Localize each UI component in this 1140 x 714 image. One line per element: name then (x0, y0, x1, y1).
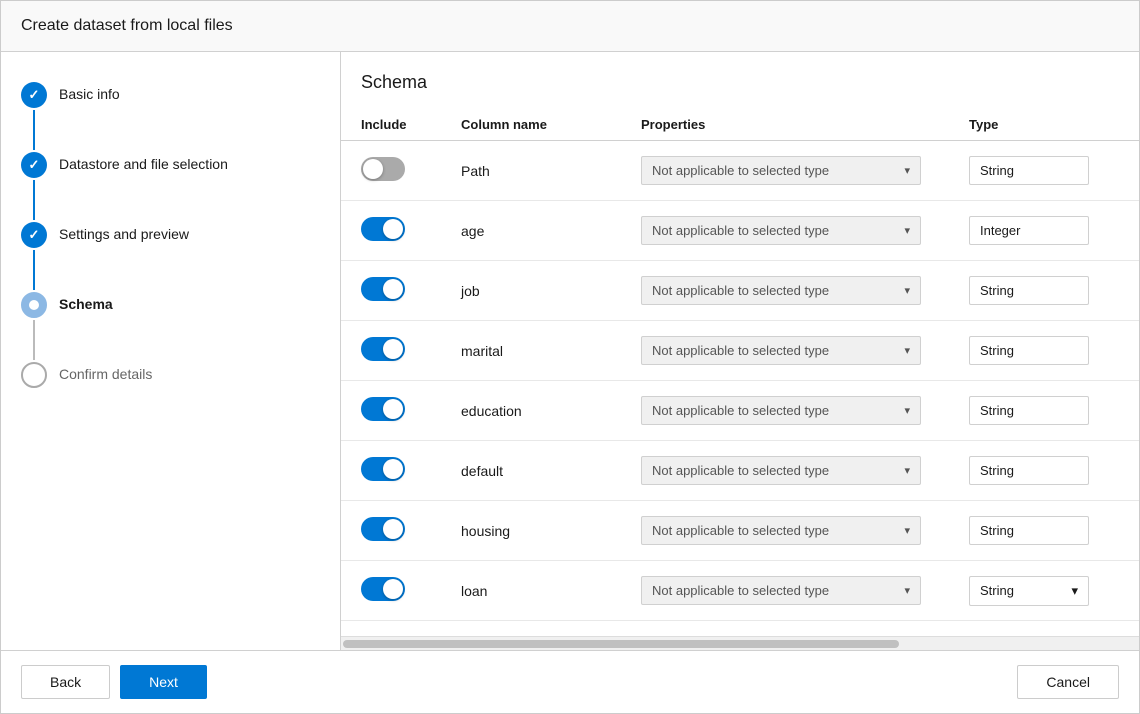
chevron-down-icon: ▾ (904, 344, 910, 357)
col-header-include: Include (361, 117, 461, 132)
step-connector-4 (33, 320, 35, 360)
checkmark-icon: ✓ (29, 87, 40, 103)
next-button[interactable]: Next (120, 665, 207, 699)
type-age: Integer (969, 216, 1089, 245)
col-name-loan: loan (461, 583, 641, 599)
toggle-loan[interactable] (361, 577, 461, 604)
properties-education[interactable]: Not applicable to selected type ▾ (641, 396, 969, 425)
dialog: Create dataset from local files ✓ Basic … (0, 0, 1140, 714)
dialog-body: ✓ Basic info ✓ Datastore and file select… (1, 52, 1139, 650)
step-label-datastore: Datastore and file selection (59, 152, 228, 172)
step-circle-schema (21, 292, 47, 318)
step-item-basic-info: ✓ Basic info (21, 82, 320, 152)
main-content: Schema Include Column name Properties Ty… (341, 52, 1139, 650)
sidebar: ✓ Basic info ✓ Datastore and file select… (1, 52, 341, 650)
chevron-down-icon: ▾ (904, 404, 910, 417)
table-row: default Not applicable to selected type … (341, 441, 1139, 501)
type-education: String (969, 396, 1089, 425)
table-row: housing Not applicable to selected type … (341, 501, 1139, 561)
step-label-schema: Schema (59, 292, 113, 312)
table-header: Include Column name Properties Type (341, 109, 1139, 141)
step-circle-settings: ✓ (21, 222, 47, 248)
toggle-marital[interactable] (361, 337, 461, 364)
schema-title: Schema (341, 72, 1139, 109)
schema-container: Schema Include Column name Properties Ty… (341, 52, 1139, 650)
toggle-age[interactable] (361, 217, 461, 244)
chevron-down-icon: ▾ (1071, 583, 1078, 599)
table-row: marital Not applicable to selected type … (341, 321, 1139, 381)
table-body: Path Not applicable to selected type ▾ S… (341, 141, 1139, 636)
step-icon-col-2: ✓ (21, 152, 47, 222)
step-connector-2 (33, 180, 35, 220)
properties-loan[interactable]: Not applicable to selected type ▾ (641, 576, 969, 605)
toggle-education[interactable] (361, 397, 461, 424)
col-name-default: default (461, 463, 641, 479)
col-name-age: age (461, 223, 641, 239)
table-row: job Not applicable to selected type ▾ St… (341, 261, 1139, 321)
chevron-down-icon: ▾ (904, 524, 910, 537)
properties-marital[interactable]: Not applicable to selected type ▾ (641, 336, 969, 365)
back-button[interactable]: Back (21, 665, 110, 699)
type-marital: String (969, 336, 1089, 365)
col-header-name: Column name (461, 117, 641, 132)
step-connector-1 (33, 110, 35, 150)
col-name-path: Path (461, 163, 641, 179)
step-icon-col-3: ✓ (21, 222, 47, 292)
col-header-properties: Properties (641, 117, 969, 132)
checkmark-icon: ✓ (29, 157, 40, 173)
properties-age[interactable]: Not applicable to selected type ▾ (641, 216, 969, 245)
step-dot (29, 300, 39, 310)
dialog-footer: Back Next Cancel (1, 650, 1139, 713)
table-row: education Not applicable to selected typ… (341, 381, 1139, 441)
col-name-marital: marital (461, 343, 641, 359)
dialog-title: Create dataset from local files (1, 1, 1139, 52)
step-icon-col-1: ✓ (21, 82, 47, 152)
step-circle-confirm (21, 362, 47, 388)
dialog-title-text: Create dataset from local files (21, 17, 233, 34)
step-circle-datastore: ✓ (21, 152, 47, 178)
properties-default[interactable]: Not applicable to selected type ▾ (641, 456, 969, 485)
chevron-down-icon: ▾ (904, 584, 910, 597)
toggle-default[interactable] (361, 457, 461, 484)
horizontal-scrollbar[interactable] (343, 640, 899, 648)
type-default: String (969, 456, 1089, 485)
properties-housing[interactable]: Not applicable to selected type ▾ (641, 516, 969, 545)
properties-job[interactable]: Not applicable to selected type ▾ (641, 276, 969, 305)
toggle-path[interactable] (361, 157, 461, 184)
type-loan[interactable]: String ▾ (969, 576, 1089, 606)
footer-left: Back Next (21, 665, 207, 699)
toggle-housing[interactable] (361, 517, 461, 544)
type-housing: String (969, 516, 1089, 545)
step-label-basic-info: Basic info (59, 82, 120, 102)
chevron-down-icon: ▾ (904, 164, 910, 177)
step-icon-col-4 (21, 292, 47, 362)
step-item-settings: ✓ Settings and preview (21, 222, 320, 292)
properties-path[interactable]: Not applicable to selected type ▾ (641, 156, 969, 185)
step-icon-col-5 (21, 362, 47, 388)
footer-right: Cancel (1017, 665, 1119, 699)
chevron-down-icon: ▾ (904, 284, 910, 297)
step-label-confirm: Confirm details (59, 362, 152, 382)
step-circle-basic-info: ✓ (21, 82, 47, 108)
toggle-job[interactable] (361, 277, 461, 304)
col-name-job: job (461, 283, 641, 299)
table-row: Path Not applicable to selected type ▾ S… (341, 141, 1139, 201)
chevron-down-icon: ▾ (904, 224, 910, 237)
table-row: loan Not applicable to selected type ▾ S… (341, 561, 1139, 621)
step-connector-3 (33, 250, 35, 290)
col-name-housing: housing (461, 523, 641, 539)
chevron-down-icon: ▾ (904, 464, 910, 477)
step-label-settings: Settings and preview (59, 222, 189, 242)
col-header-type: Type (969, 117, 1119, 132)
table-row: age Not applicable to selected type ▾ In… (341, 201, 1139, 261)
step-item-datastore: ✓ Datastore and file selection (21, 152, 320, 222)
step-item-schema: Schema (21, 292, 320, 362)
type-job: String (969, 276, 1089, 305)
step-item-confirm: Confirm details (21, 362, 320, 388)
cancel-button[interactable]: Cancel (1017, 665, 1119, 699)
col-name-education: education (461, 403, 641, 419)
horizontal-scrollbar-container (341, 636, 1139, 650)
type-path: String (969, 156, 1089, 185)
checkmark-icon: ✓ (29, 227, 40, 243)
